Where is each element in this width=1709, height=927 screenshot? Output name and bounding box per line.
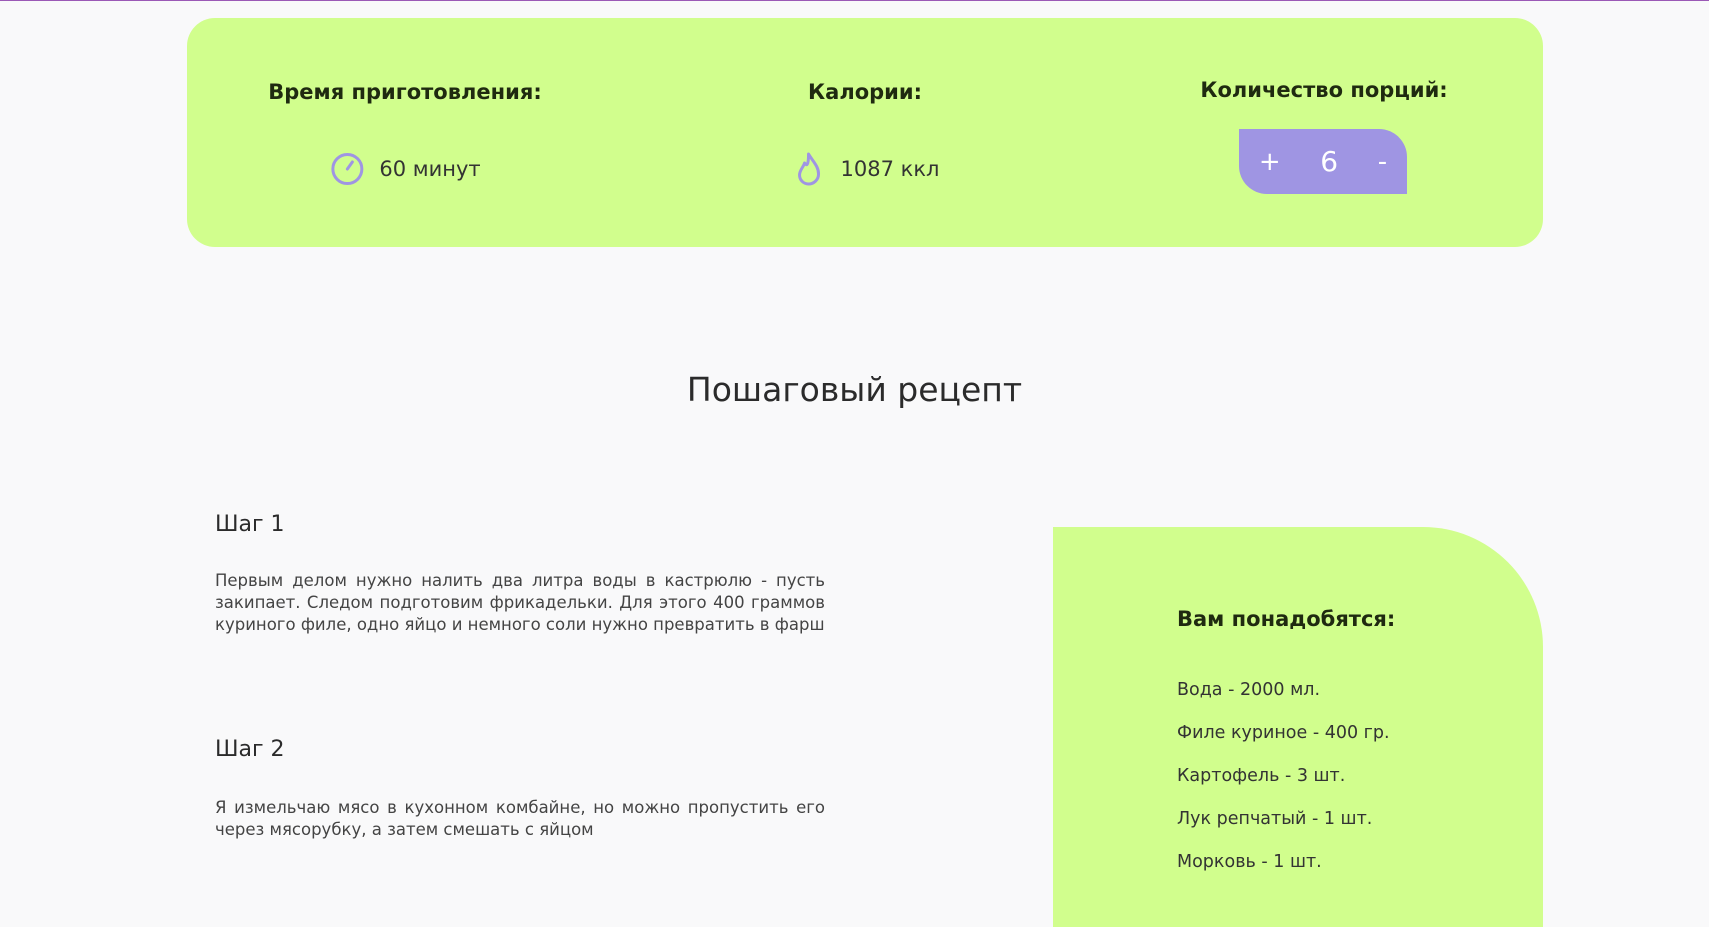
ingredient-item: Лук репчатый - 1 шт.	[1177, 809, 1373, 829]
servings-minus-button[interactable]: -	[1378, 147, 1387, 177]
ingredients-title: Вам понадобятся:	[1177, 607, 1396, 631]
flame-icon	[791, 151, 827, 187]
top-border	[0, 0, 1709, 1]
ingredient-item: Филе куриное - 400 гр.	[1177, 723, 1390, 743]
ingredient-item: Вода - 2000 мл.	[1177, 680, 1321, 700]
calories-value: 1087 ккл	[840, 157, 940, 181]
servings-plus-button[interactable]: +	[1259, 147, 1281, 177]
step-1-text: Первым делом нужно налить два литра воды…	[215, 571, 825, 634]
calories: 1087 ккл	[791, 151, 940, 187]
cooking-time-value: 60 минут	[379, 157, 481, 181]
step-2-text: Я измельчаю мясо в кухонном комбайне, но…	[215, 798, 825, 839]
servings-stepper: + 6 -	[1239, 129, 1407, 194]
cooking-time: 60 минут	[329, 151, 481, 187]
ingredient-item: Морковь - 1 шт.	[1177, 852, 1322, 872]
servings-title: Количество порций:	[1200, 78, 1448, 102]
ingredients-list: Вода - 2000 мл. Филе куриное - 400 гр. К…	[1177, 680, 1390, 895]
servings-count: 6	[1320, 145, 1339, 178]
recipe-section-title: Пошаговый рецепт	[686, 370, 1023, 409]
step-2-title: Шаг 2	[215, 737, 285, 762]
step-1-title: Шаг 1	[215, 512, 285, 537]
recipe-info-card: Время приготовления: 60 минут Калории: 1…	[187, 18, 1543, 247]
ingredient-item: Картофель - 3 шт.	[1177, 766, 1346, 786]
ingredients-panel: Вам понадобятся: Вода - 2000 мл. Филе ку…	[1053, 527, 1543, 927]
cooking-time-title: Время приготовления:	[268, 80, 542, 104]
timer-icon	[329, 151, 365, 187]
calories-title: Калории:	[807, 80, 923, 104]
